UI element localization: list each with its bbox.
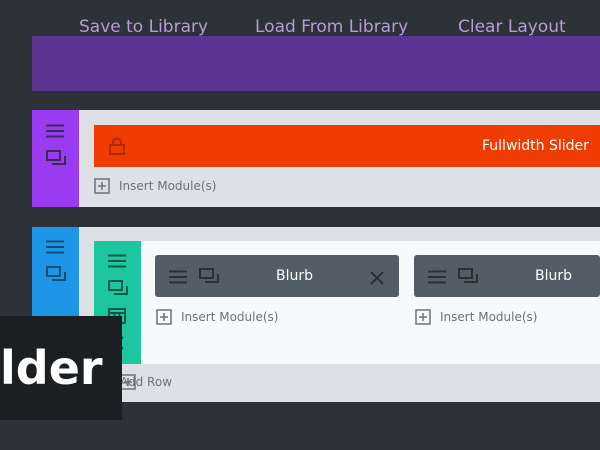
menu-icon[interactable] — [108, 254, 126, 268]
load-from-library-button[interactable]: Load From Library — [255, 0, 408, 55]
menu-icon[interactable] — [169, 270, 187, 284]
close-icon[interactable] — [370, 271, 384, 285]
plus-icon[interactable] — [94, 178, 110, 194]
blurb-module-label: Blurb — [535, 268, 573, 284]
menu-icon[interactable] — [46, 124, 64, 138]
plus-icon[interactable] — [415, 309, 431, 325]
insert-module-link[interactable]: Insert Module(s) — [119, 178, 216, 194]
fullwidth-slider-label: Fullwidth Slider — [482, 138, 589, 154]
save-to-library-button[interactable]: Save to Library — [79, 0, 208, 55]
menu-icon[interactable] — [428, 270, 446, 284]
plus-icon[interactable] — [156, 309, 172, 325]
duplicate-icon[interactable] — [46, 150, 66, 166]
lock-icon[interactable] — [108, 137, 126, 155]
duplicate-icon[interactable] — [199, 268, 219, 284]
add-row-link[interactable]: Add Row — [120, 374, 172, 390]
duplicate-icon[interactable] — [108, 280, 128, 296]
insert-module-link[interactable]: Insert Module(s) — [181, 309, 278, 325]
insert-module-link[interactable]: Insert Module(s) — [440, 309, 537, 325]
duplicate-icon[interactable] — [46, 266, 66, 282]
menu-icon[interactable] — [46, 240, 64, 254]
duplicate-icon[interactable] — [458, 268, 478, 284]
clear-layout-button[interactable]: Clear Layout — [458, 0, 566, 55]
title-overlay-text: lder — [0, 341, 103, 395]
blurb-module-label: Blurb — [276, 268, 314, 284]
